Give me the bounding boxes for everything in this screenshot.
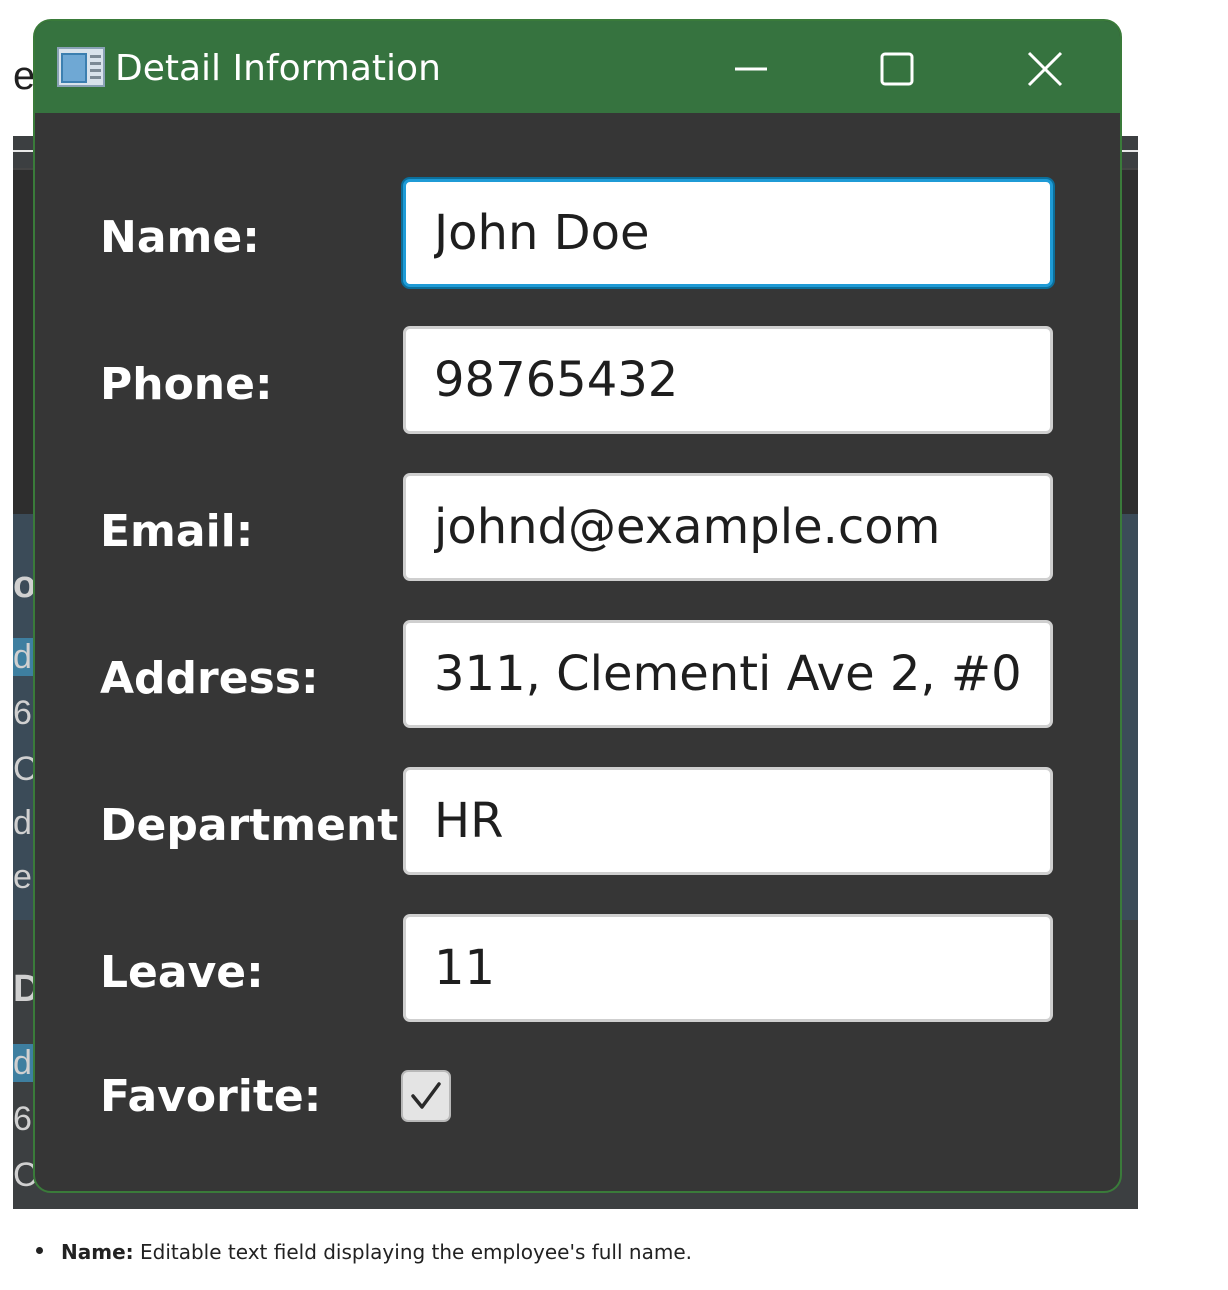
department-input[interactable] <box>403 767 1053 875</box>
address-label: Address: <box>100 653 319 704</box>
caption-text: Editable text field displaying the emplo… <box>133 1240 692 1264</box>
address-input[interactable] <box>403 620 1053 728</box>
app-window-icon <box>57 47 105 87</box>
minimize-button[interactable] <box>719 39 783 99</box>
name-label: Name: <box>100 212 260 263</box>
background-fragment: d <box>13 1044 32 1082</box>
maximize-icon <box>880 52 914 86</box>
checkmark-icon <box>411 1082 441 1109</box>
background-fragment: d <box>13 638 32 676</box>
leave-input[interactable] <box>403 914 1053 1022</box>
detail-information-dialog: Detail Information Name: Phone: Email: A… <box>33 19 1122 1193</box>
title-bar[interactable]: Detail Information <box>35 21 1120 113</box>
maximize-button[interactable] <box>865 39 929 99</box>
phone-label: Phone: <box>100 359 273 410</box>
department-label: Department: <box>100 800 416 851</box>
bullet-dot <box>36 1247 43 1254</box>
dialog-title: Detail Information <box>115 48 441 89</box>
caption-bullet: Name: Editable text field displaying the… <box>36 1240 692 1264</box>
phone-input[interactable] <box>403 326 1053 434</box>
leave-label: Leave: <box>100 947 264 998</box>
favorite-checkbox[interactable] <box>401 1070 451 1122</box>
close-button[interactable] <box>1013 39 1077 99</box>
name-input[interactable] <box>403 179 1053 287</box>
caption-term: Name: <box>61 1240 134 1264</box>
background-fragment: d <box>13 804 32 842</box>
close-icon <box>1027 51 1063 87</box>
email-label: Email: <box>100 506 254 557</box>
email-input[interactable] <box>403 473 1053 581</box>
background-fragment: e <box>13 858 32 896</box>
minimize-icon <box>735 67 767 71</box>
favorite-label: Favorite: <box>100 1071 322 1122</box>
